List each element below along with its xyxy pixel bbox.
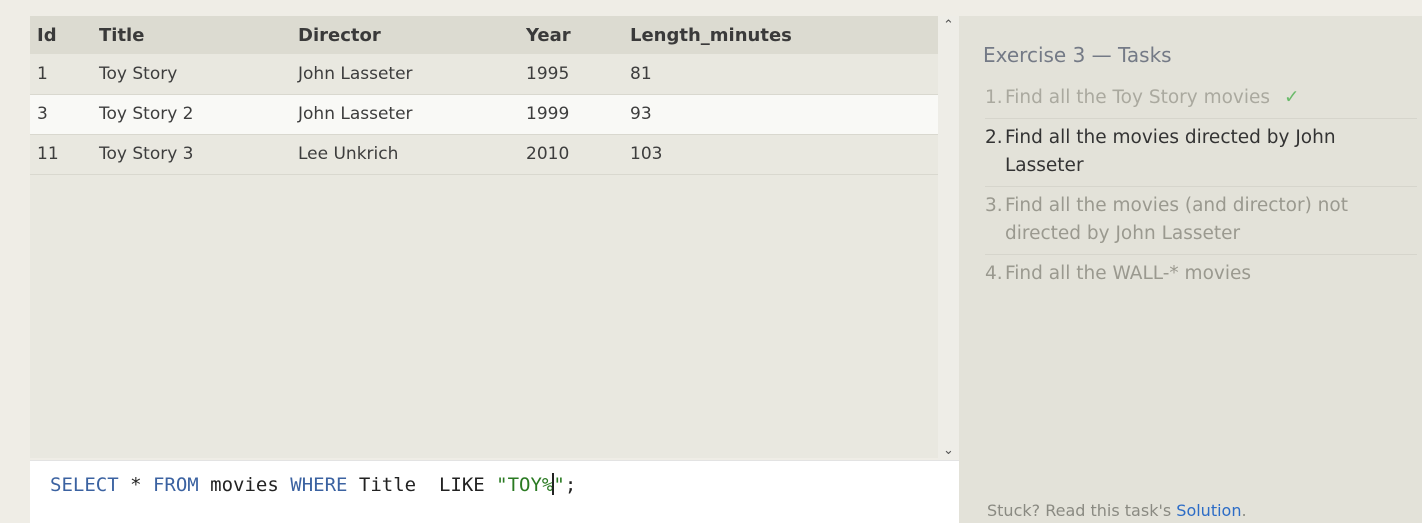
cell-director: John Lasseter <box>298 104 413 124</box>
task-list: 1. Find all the Toy Story movies ✓ 2. Fin… <box>985 79 1417 294</box>
select-star: * <box>118 474 153 496</box>
column-header-title: Title <box>99 24 145 46</box>
task-number: 2. <box>985 127 1003 148</box>
cell-id: 11 <box>37 144 59 164</box>
cell-year: 1999 <box>526 104 570 124</box>
sql-exercise-app: Id Title Director Year Length_minutes 1 … <box>0 0 1422 523</box>
solution-link[interactable]: Solution <box>1176 501 1241 520</box>
table-header-row: Id Title Director Year Length_minutes <box>30 16 938 54</box>
column-header-length-minutes: Length_minutes <box>630 24 792 46</box>
column-header-id: Id <box>37 24 57 46</box>
task-item-3: 3. Find all the movies (and director) no… <box>985 187 1417 255</box>
keyword-where: WHERE <box>290 474 348 496</box>
task-number: 3. <box>985 195 1003 216</box>
cell-length-minutes: 81 <box>630 63 652 84</box>
string-literal-end: " <box>553 474 565 496</box>
cell-title: Toy Story 2 <box>99 104 194 124</box>
table-row: 11 Toy Story 3 Lee Unkrich 2010 103 <box>30 134 938 174</box>
task-text: Find all the movies directed by John Las… <box>1005 127 1336 176</box>
task-item-4: 4. Find all the WALL-* movies <box>985 255 1417 294</box>
cell-year: 1995 <box>526 63 570 84</box>
stuck-suffix: . <box>1241 501 1247 520</box>
results-scrollbar[interactable]: ⌃ ⌄ <box>938 16 959 460</box>
stuck-hint: Stuck? Read this task's Solution. <box>987 501 1247 520</box>
results-table: Id Title Director Year Length_minutes 1 … <box>30 16 938 175</box>
cell-id: 3 <box>37 104 48 124</box>
cell-title: Toy Story <box>99 63 178 84</box>
scroll-down-icon[interactable]: ⌄ <box>943 444 954 457</box>
cell-director: Lee Unkrich <box>298 144 399 164</box>
cell-length-minutes: 93 <box>630 104 652 124</box>
task-item-1: 1. Find all the Toy Story movies ✓ <box>985 79 1417 119</box>
task-text: Find all the movies (and director) not d… <box>1005 195 1348 244</box>
sql-query-editor[interactable]: SELECT * FROM movies WHERE Title LIKE "T… <box>30 460 959 523</box>
cell-year: 2010 <box>526 144 570 164</box>
checkmark-icon: ✓ <box>1284 87 1300 108</box>
table-row: 3 Toy Story 2 John Lasseter 1999 93 <box>30 94 938 134</box>
task-text: Find all the WALL-* movies <box>1005 263 1252 284</box>
cell-length-minutes: 103 <box>630 144 663 164</box>
query-text[interactable]: SELECT * FROM movies WHERE Title LIKE "T… <box>50 473 576 496</box>
tasks-title: Exercise 3 — Tasks <box>983 43 1172 67</box>
statement-terminator: ; <box>564 474 577 496</box>
results-table-panel: Id Title Director Year Length_minutes 1 … <box>30 16 938 458</box>
tasks-panel: Exercise 3 — Tasks 1. Find all the Toy S… <box>959 16 1422 523</box>
string-literal-start: "TOY% <box>496 474 554 496</box>
cell-title: Toy Story 3 <box>99 144 194 164</box>
task-item-2: 2. Find all the movies directed by John … <box>985 119 1417 187</box>
stuck-prefix: Stuck? Read this task's <box>987 501 1177 520</box>
scroll-up-icon[interactable]: ⌃ <box>943 19 954 32</box>
task-text-wrap: Find all the Toy Story movies ✓ <box>1005 84 1417 112</box>
task-number: 1. <box>985 87 1003 108</box>
task-number: 4. <box>985 263 1003 284</box>
cell-id: 1 <box>37 63 48 84</box>
keyword-from: FROM <box>152 474 199 496</box>
table-name: movies <box>198 474 291 496</box>
condition: Title LIKE <box>347 474 497 496</box>
column-header-director: Director <box>298 24 381 46</box>
cell-director: John Lasseter <box>298 63 413 84</box>
task-text: Find all the Toy Story movies <box>1005 87 1271 108</box>
keyword-select: SELECT <box>50 474 119 496</box>
table-row: 1 Toy Story John Lasseter 1995 81 <box>30 54 938 94</box>
column-header-year: Year <box>526 24 571 46</box>
